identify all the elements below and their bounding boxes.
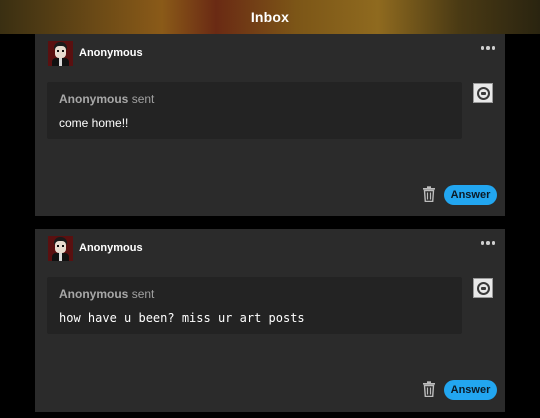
sender-line: Anonymous sent [59,92,154,106]
recipient-avatar[interactable] [473,278,493,298]
recipient-avatar[interactable] [473,83,493,103]
avatar[interactable] [48,40,73,66]
sender-name: Anonymous [59,287,129,301]
answer-button[interactable]: Answer [444,380,497,400]
ask-card: Anonymous Anonymous sent come home!! Ans… [35,34,505,216]
sender-name: Anonymous [59,92,129,106]
more-options-icon[interactable] [480,241,495,245]
trash-icon[interactable] [422,186,436,202]
sender-suffix: sent [131,92,155,106]
author-name[interactable]: Anonymous [79,242,143,254]
avatar[interactable] [48,235,73,261]
page-title: Inbox [250,9,290,25]
card-header: Anonymous [48,235,143,261]
message-text: how have u been? miss ur art posts [59,311,305,325]
message-bubble: Anonymous sent how have u been? miss ur … [47,277,462,334]
top-bar: Inbox [0,0,540,34]
message-bubble: Anonymous sent come home!! [47,82,462,139]
sender-line: Anonymous sent [59,287,154,301]
sender-suffix: sent [131,287,155,301]
message-text: come home!! [59,116,129,130]
trash-icon[interactable] [422,381,436,397]
ask-card: Anonymous Anonymous sent how have u been… [35,229,505,412]
answer-button[interactable]: Answer [444,185,497,205]
more-options-icon[interactable] [480,46,495,50]
card-header: Anonymous [48,40,143,66]
author-name[interactable]: Anonymous [79,47,143,59]
